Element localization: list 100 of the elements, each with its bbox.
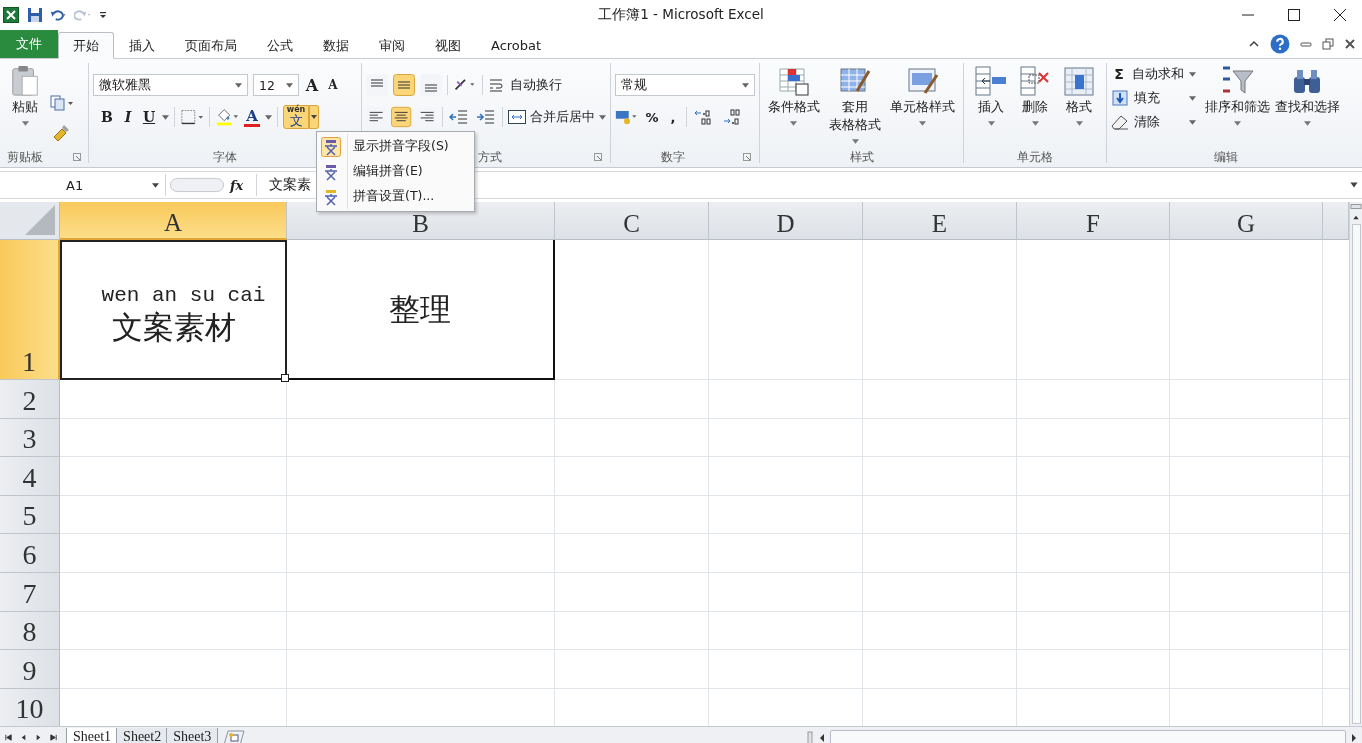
undo-icon[interactable] bbox=[50, 7, 68, 23]
column-header[interactable]: A bbox=[60, 202, 287, 240]
customize-caret-icon[interactable] bbox=[98, 10, 108, 20]
phonetic-button[interactable]: wén 文 bbox=[283, 105, 309, 129]
column-header[interactable]: G bbox=[1170, 202, 1323, 240]
column-header[interactable]: D bbox=[709, 202, 863, 240]
caret-icon[interactable] bbox=[152, 182, 159, 188]
row-header[interactable]: 5 bbox=[0, 495, 60, 535]
caret-icon[interactable] bbox=[265, 114, 272, 120]
style-button[interactable]: 套用 表格格式 bbox=[825, 65, 885, 147]
cell-text: 文案素材 bbox=[111, 308, 236, 346]
border-icon[interactable] bbox=[180, 107, 204, 127]
cells-button[interactable]: 删除 bbox=[1014, 65, 1056, 147]
format-cells-icon bbox=[1062, 65, 1096, 97]
row-header[interactable]: 2 bbox=[0, 380, 60, 419]
name-box[interactable]: A1 bbox=[0, 174, 166, 196]
column-header[interactable]: C bbox=[555, 202, 709, 240]
grow-font-button[interactable]: A bbox=[304, 75, 320, 95]
editing-button[interactable]: Σ 自动求和 bbox=[1111, 65, 1196, 83]
row-header[interactable]: 3 bbox=[0, 418, 60, 458]
ribbon-tab[interactable]: Acrobat bbox=[476, 32, 557, 59]
number-format-field[interactable]: 常规 bbox=[615, 74, 755, 96]
ribbon-tab[interactable]: 数据 bbox=[308, 32, 364, 59]
last-sheet-icon[interactable] bbox=[49, 733, 58, 742]
cells-button[interactable]: 插入 bbox=[970, 65, 1012, 147]
caret-icon bbox=[1189, 71, 1196, 77]
bold-button[interactable]: B bbox=[99, 109, 115, 125]
fill-color-icon[interactable] bbox=[215, 107, 239, 127]
sheet-tab[interactable]: Sheet1 bbox=[66, 728, 119, 743]
help-icon[interactable] bbox=[1270, 34, 1290, 54]
ribbon-tab[interactable]: 开始 bbox=[58, 32, 114, 59]
group-label: 数字 bbox=[661, 148, 685, 166]
ribbon-tab[interactable]: 审阅 bbox=[364, 32, 420, 59]
previous-sheet-icon[interactable] bbox=[19, 733, 28, 742]
font-size-field[interactable]: 12 bbox=[253, 74, 299, 96]
row-header[interactable]: 8 bbox=[0, 611, 60, 651]
caret-icon[interactable] bbox=[742, 82, 749, 88]
selected-cell[interactable]: wen an su cai 文案素材 bbox=[60, 240, 287, 380]
split-handle-icon[interactable] bbox=[1350, 202, 1362, 211]
row-header[interactable]: 1 bbox=[0, 240, 60, 380]
close-workbook-icon[interactable] bbox=[1344, 38, 1356, 50]
excel-logo-icon[interactable] bbox=[2, 7, 20, 23]
new-sheet-icon[interactable] bbox=[222, 729, 247, 743]
save-icon[interactable] bbox=[26, 7, 44, 23]
underline-button[interactable]: U bbox=[141, 109, 157, 125]
ribbon-tab[interactable]: 公式 bbox=[252, 32, 308, 59]
font-color-button[interactable]: A bbox=[244, 107, 260, 127]
sheet-tab[interactable]: Sheet2 bbox=[116, 728, 169, 743]
ribbon-tab[interactable]: 页面布局 bbox=[170, 32, 252, 59]
row-header[interactable]: 7 bbox=[0, 572, 60, 612]
decrease-indent-icon[interactable] bbox=[447, 107, 470, 127]
ribbon-tab[interactable]: 插入 bbox=[114, 32, 170, 59]
editing-button[interactable]: 清除 bbox=[1111, 113, 1196, 131]
caret-icon[interactable] bbox=[235, 82, 242, 88]
dialog-launcher-icon[interactable] bbox=[594, 153, 602, 161]
percent-button[interactable]: % bbox=[644, 109, 660, 125]
first-sheet-icon[interactable] bbox=[4, 733, 13, 742]
delete-cells-icon bbox=[1018, 65, 1052, 97]
scroll-handle-icon[interactable] bbox=[170, 176, 224, 194]
row-header[interactable]: 10 bbox=[0, 688, 60, 726]
sheet-tab[interactable]: Sheet3 bbox=[166, 728, 219, 743]
file-tab[interactable]: 文件 bbox=[0, 30, 58, 58]
style-button[interactable]: 条件格式 bbox=[764, 65, 824, 147]
style-button[interactable]: 单元格样式 bbox=[886, 65, 959, 147]
editing-button[interactable]: 填充 bbox=[1111, 89, 1196, 107]
comma-button[interactable]: , bbox=[665, 109, 681, 125]
caret-icon[interactable] bbox=[309, 105, 319, 129]
dialog-launcher-icon[interactable] bbox=[73, 153, 81, 161]
merge-center-button[interactable]: 合并后居中 bbox=[508, 108, 606, 126]
paste-button[interactable]: 粘贴 bbox=[4, 65, 46, 147]
horizontal-align-icon[interactable] bbox=[391, 106, 412, 128]
insert-function-button[interactable]: fx bbox=[230, 177, 244, 193]
menu-item[interactable]: 显示拼音字段(S) bbox=[317, 134, 474, 159]
ribbon-tab[interactable]: 视图 bbox=[420, 32, 476, 59]
restore-workbook-icon[interactable] bbox=[1322, 38, 1334, 50]
cells-button[interactable]: 格式 bbox=[1058, 65, 1100, 147]
vertical-align-icon[interactable] bbox=[393, 74, 415, 96]
row-header[interactable]: 4 bbox=[0, 457, 60, 496]
caret-icon[interactable] bbox=[162, 114, 169, 120]
copy-icon[interactable] bbox=[50, 93, 74, 113]
shrink-font-button[interactable]: A bbox=[325, 78, 341, 92]
italic-button[interactable]: I bbox=[120, 109, 136, 125]
column-header[interactable]: F bbox=[1017, 202, 1170, 240]
caret-icon bbox=[599, 114, 606, 120]
font-name-field[interactable]: 微软雅黑 bbox=[93, 74, 248, 96]
caret-icon bbox=[987, 121, 995, 126]
dialog-launcher-icon[interactable] bbox=[743, 153, 751, 161]
row-header[interactable]: 6 bbox=[0, 534, 60, 573]
wrap-text-icon bbox=[488, 77, 506, 93]
row-header[interactable]: 9 bbox=[0, 650, 60, 689]
eraser-icon bbox=[1111, 114, 1129, 130]
split-handle-icon[interactable] bbox=[806, 730, 814, 743]
wrap-text-button[interactable]: 自动换行 bbox=[488, 76, 562, 94]
caret-icon[interactable] bbox=[286, 82, 293, 88]
editing-button[interactable]: 查找和选择 bbox=[1273, 65, 1341, 147]
next-sheet-icon[interactable] bbox=[34, 733, 43, 742]
editing-button[interactable]: 排序和筛选 bbox=[1204, 65, 1272, 147]
column-header[interactable]: E bbox=[863, 202, 1017, 240]
fill-handle[interactable] bbox=[281, 374, 289, 382]
caret-icon bbox=[1075, 121, 1083, 126]
